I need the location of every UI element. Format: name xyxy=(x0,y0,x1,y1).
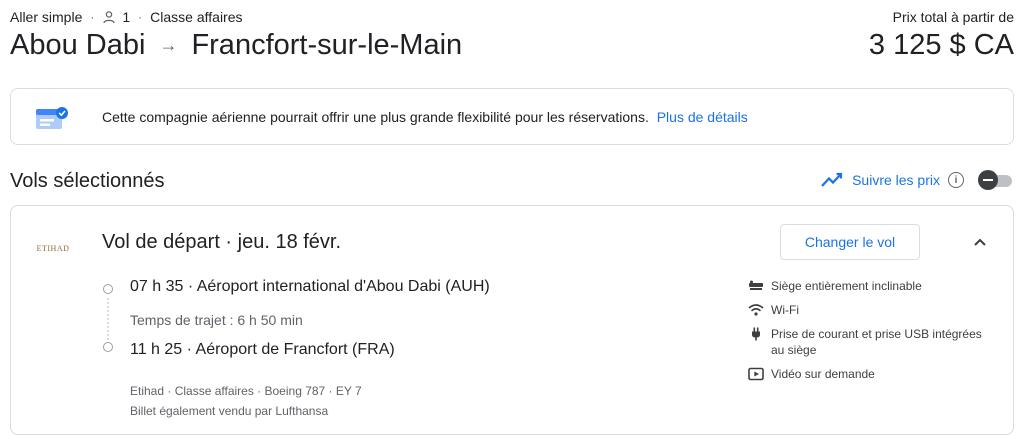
amenity-seat: Siège entièrement inclinable xyxy=(748,278,998,294)
departure-info: 07 h 35 · Aéroport international d'Abou … xyxy=(130,278,490,295)
price-tracking: Suivre les prix i xyxy=(820,170,1014,190)
banner-message: Cette compagnie aérienne pourrait offrir… xyxy=(102,109,748,125)
arrival-info: 11 h 25 · Aéroport de Francfort (FRA) xyxy=(130,341,395,358)
details-link[interactable]: Plus de détails xyxy=(657,109,748,125)
amenity-label: Vidéo sur demande xyxy=(771,367,875,381)
amenity-wifi: Wi-Fi xyxy=(748,302,998,318)
route-title: Abou Dabi → Francfort-sur-le-Main xyxy=(10,29,462,62)
arrow-right-icon: → xyxy=(159,35,178,55)
power-plug-icon xyxy=(752,327,760,341)
total-price: 3 125 $ CA xyxy=(868,29,1014,61)
section-title: Vols sélectionnés xyxy=(10,170,165,192)
trip-header: Aller simple · 1 · Classe affaires Abou … xyxy=(10,7,1014,67)
chevron-up-svg xyxy=(974,238,986,246)
separator: · xyxy=(138,10,143,24)
video-icon xyxy=(748,367,764,381)
amenity-label: Wi-Fi xyxy=(771,303,799,317)
trip-type[interactable]: Aller simple xyxy=(10,9,82,25)
arrival-dot-icon xyxy=(103,342,113,352)
separator: · xyxy=(90,10,95,24)
flight-card: ETIHAD Vol de départ · jeu. 18 févr. Cha… xyxy=(10,205,1014,435)
person-icon xyxy=(103,11,116,24)
flight-title: Vol de départ · jeu. 18 févr. xyxy=(102,231,342,253)
flight-details: Etihad · Classe affaires · Boeing 787 · … xyxy=(130,384,362,398)
timeline-dots xyxy=(107,298,109,340)
amenity-label: Prise de courant et prise USB intégrées … xyxy=(771,327,982,357)
amenities-list: Siège entièrement inclinable Wi-Fi Prise… xyxy=(748,278,998,390)
travel-duration: Temps de trajet : 6 h 50 min xyxy=(130,312,303,328)
codeshare-info: Billet également vendu par Lufthansa xyxy=(130,404,329,418)
banner-text: Cette compagnie aérienne pourrait offrir… xyxy=(102,109,649,125)
seat-icon xyxy=(749,280,763,290)
airline-logo-text: ETIHAD xyxy=(36,243,70,253)
origin-city: Abou Dabi xyxy=(10,29,146,61)
trip-meta: Aller simple · 1 · Classe affaires xyxy=(10,9,243,25)
info-icon[interactable]: i xyxy=(948,172,964,188)
track-prices-toggle[interactable] xyxy=(978,170,1014,190)
chevron-up-icon[interactable] xyxy=(969,231,991,253)
calendar-check-icon xyxy=(36,107,68,129)
track-prices-label[interactable]: Suivre les prix xyxy=(852,172,940,188)
cabin-class[interactable]: Classe affaires xyxy=(150,9,242,25)
wifi-icon xyxy=(748,304,764,316)
price-label: Prix total à partir de xyxy=(892,9,1014,25)
amenity-label: Siège entièrement inclinable xyxy=(771,279,922,293)
etihad-logo: ETIHAD xyxy=(33,228,73,268)
destination-city: Francfort-sur-le-Main xyxy=(191,29,463,61)
amenity-power: Prise de courant et prise USB intégrées … xyxy=(748,326,998,358)
toggle-knob xyxy=(978,170,998,190)
passenger-count[interactable]: 1 xyxy=(122,9,130,25)
departure-dot-icon xyxy=(103,284,113,294)
flexibility-banner: Cette compagnie aérienne pourrait offrir… xyxy=(10,88,1014,145)
change-flight-button[interactable]: Changer le vol xyxy=(780,224,920,260)
amenity-video: Vidéo sur demande xyxy=(748,366,998,382)
trending-up-icon xyxy=(821,172,843,187)
